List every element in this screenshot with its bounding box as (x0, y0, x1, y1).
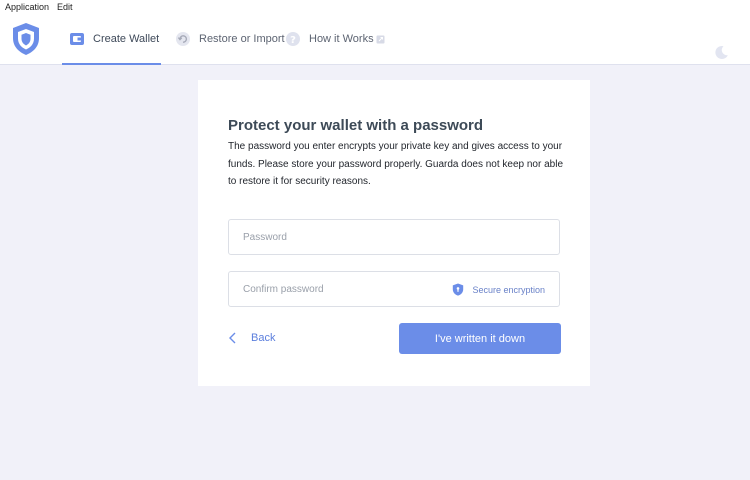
back-button-label: Back (251, 332, 276, 344)
tab-restore-import[interactable]: Restore or Import (169, 14, 285, 64)
wallet-icon (70, 33, 84, 45)
password-input[interactable] (229, 220, 559, 254)
written-it-down-button[interactable]: I've written it down (399, 323, 561, 354)
tab-restore-import-label: Restore or Import (199, 33, 285, 45)
confirm-password-field[interactable]: Secure encryption (228, 271, 560, 307)
menu-application[interactable]: Application (5, 2, 49, 12)
external-link-icon (376, 35, 385, 43)
password-card: Protect your wallet with a password The … (198, 80, 590, 386)
restore-icon (176, 32, 190, 46)
app-header: Create Wallet Restore or Import ? How it… (0, 14, 750, 65)
moon-icon[interactable] (714, 45, 729, 60)
help-icon: ? (286, 32, 300, 46)
tab-create-wallet[interactable]: Create Wallet (62, 14, 161, 65)
tab-how-it-works-label: How it Works (309, 33, 374, 45)
chevron-left-icon (229, 332, 236, 344)
menu-edit[interactable]: Edit (57, 2, 73, 12)
shield-icon (453, 283, 464, 296)
secure-encryption-label: Secure encryption (472, 284, 545, 295)
tab-how-it-works[interactable]: ? How it Works (285, 14, 385, 64)
tab-create-wallet-label: Create Wallet (93, 33, 160, 45)
page-title: Protect your wallet with a password (228, 117, 484, 134)
shield-logo-icon[interactable] (11, 22, 41, 56)
back-button[interactable]: Back (228, 332, 275, 344)
page-description: The password you enter encrypts your pri… (228, 141, 564, 188)
secure-encryption-badge: Secure encryption (452, 283, 545, 296)
password-field[interactable] (228, 219, 560, 255)
svg-text:?: ? (290, 35, 296, 46)
menu-bar: Application Edit (0, 0, 750, 14)
